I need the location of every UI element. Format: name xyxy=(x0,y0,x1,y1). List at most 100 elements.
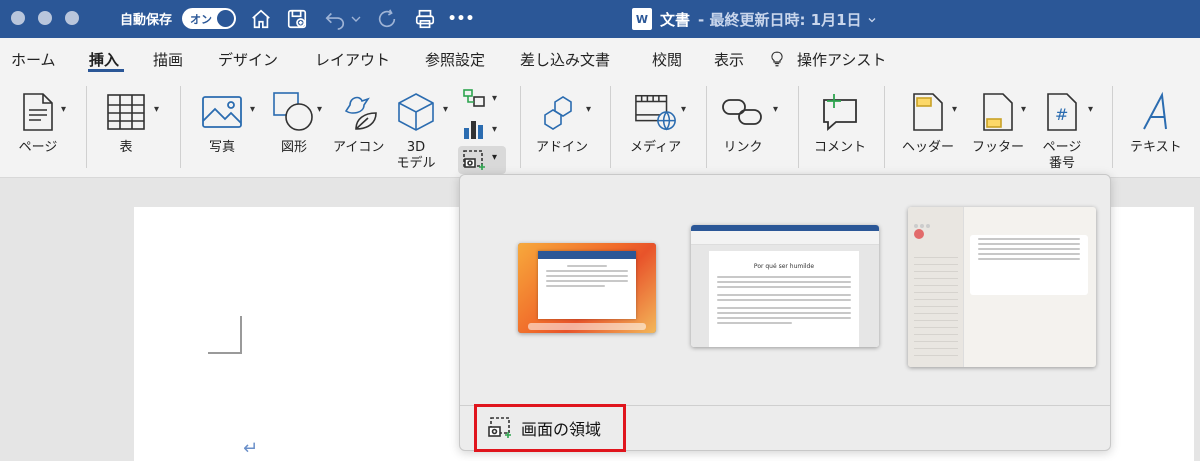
footer-button[interactable]: フッター xyxy=(972,90,1024,156)
text-a-icon xyxy=(1134,90,1178,134)
screen-region-label: 画面の領域 xyxy=(521,420,602,439)
tab-review[interactable]: 校閲 xyxy=(652,49,682,70)
window-thumbnail-desktop[interactable] xyxy=(518,243,656,333)
tab-insert[interactable]: 挿入 xyxy=(89,49,119,70)
media-label: メディア xyxy=(630,140,682,155)
footer-chevron-down-icon[interactable]: ▾ xyxy=(1021,104,1026,115)
table-icon xyxy=(104,90,148,134)
autosave-label: 自動保存 xyxy=(120,13,173,28)
ribbon: ページ ▾ 表 ▾ 写真 ▾ 図形 ▾ アイコン 3D モデル ▾ ▾ ▾ ▾ … xyxy=(0,78,1200,178)
toggle-knob xyxy=(217,10,234,27)
screen-region-option[interactable]: 画面の領域 xyxy=(474,404,626,452)
page-number-icon: # xyxy=(1040,90,1084,134)
zoom-window-button[interactable] xyxy=(65,11,79,25)
undo-dropdown-chevron-icon[interactable] xyxy=(348,6,364,32)
link-chevron-down-icon[interactable]: ▾ xyxy=(773,104,778,115)
tab-design[interactable]: デザイン xyxy=(218,49,278,70)
undo-icon[interactable] xyxy=(322,6,348,32)
chart-chevron-down-icon[interactable]: ▾ xyxy=(492,124,497,135)
more-commands-button[interactable]: ••• xyxy=(448,6,475,32)
screenshot-chevron-down-icon: ▾ xyxy=(492,152,498,163)
picture-icon xyxy=(200,90,244,134)
header-chevron-down-icon[interactable]: ▾ xyxy=(952,104,957,115)
tab-layout[interactable]: レイアウト xyxy=(315,49,390,70)
screen-region-camera-icon xyxy=(488,417,511,438)
comment-add-icon xyxy=(818,90,862,134)
margin-corner-mark xyxy=(208,316,242,354)
ribbon-separator xyxy=(884,86,885,168)
3d-models-button[interactable]: 3D モデル xyxy=(394,90,438,172)
3d-models-chevron-down-icon[interactable]: ▾ xyxy=(443,104,448,115)
smartart-button[interactable] xyxy=(462,88,488,110)
minimize-window-button[interactable] xyxy=(38,11,52,25)
shapes-button[interactable]: 図形 xyxy=(272,90,316,156)
table-button[interactable]: 表 xyxy=(104,90,148,156)
hexagon-addins-icon xyxy=(540,90,584,134)
autosave-toggle[interactable]: オン xyxy=(182,8,236,29)
autosave-toggle-text: オン xyxy=(190,13,212,26)
footer-icon xyxy=(976,90,1020,134)
print-icon[interactable] xyxy=(412,6,438,32)
chart-icon xyxy=(464,121,483,139)
window-thumbnail-word-document[interactable]: Por qué ser humilde xyxy=(691,225,879,347)
icons-button[interactable]: アイコン xyxy=(333,90,384,156)
ribbon-separator xyxy=(86,86,87,168)
text-button[interactable]: テキスト xyxy=(1130,90,1182,156)
shapes-label: 図形 xyxy=(280,140,307,155)
table-chevron-down-icon[interactable]: ▾ xyxy=(154,104,159,115)
ribbon-separator xyxy=(610,86,611,168)
redo-icon[interactable] xyxy=(374,6,400,32)
header-button[interactable]: ヘッダー xyxy=(902,90,954,156)
media-button[interactable]: メディア xyxy=(630,90,681,156)
cube-icon xyxy=(394,90,438,134)
photo-label: 写真 xyxy=(208,140,235,155)
home-icon[interactable] xyxy=(248,6,274,32)
smartart-icon xyxy=(463,89,485,107)
page-number-chevron-down-icon[interactable]: ▾ xyxy=(1088,104,1093,115)
media-chevron-down-icon[interactable]: ▾ xyxy=(681,104,686,115)
page-label: ページ xyxy=(18,140,58,155)
page-button[interactable]: ページ xyxy=(16,90,60,156)
lightbulb-icon xyxy=(771,51,783,67)
tab-view[interactable]: 表示 xyxy=(714,49,744,70)
tab-mailings[interactable]: 差し込み文書 xyxy=(520,49,610,70)
link-button[interactable]: リンク xyxy=(721,90,765,156)
page-number-label-line2: 番号 xyxy=(1048,156,1075,171)
text-label: テキスト xyxy=(1130,140,1182,155)
ribbon-separator xyxy=(1112,86,1113,168)
header-label: ヘッダー xyxy=(902,140,955,155)
3d-models-label-line1: 3D xyxy=(406,140,426,155)
active-tab-indicator xyxy=(88,69,124,72)
tab-references[interactable]: 参照設定 xyxy=(425,49,485,70)
close-window-button[interactable] xyxy=(11,11,25,25)
footer-label: フッター xyxy=(972,140,1025,155)
page-chevron-down-icon[interactable]: ▾ xyxy=(61,104,66,115)
document-title[interactable]: 文書 - 最終更新日時: 1月1日 xyxy=(660,9,878,30)
smartart-chevron-down-icon[interactable]: ▾ xyxy=(492,93,497,104)
shapes-chevron-down-icon[interactable]: ▾ xyxy=(317,104,322,115)
save-icon[interactable] xyxy=(284,6,310,32)
ribbon-separator xyxy=(520,86,521,168)
page-number-label-line1: ページ xyxy=(1042,140,1082,155)
ribbon-separator xyxy=(706,86,707,168)
photo-button[interactable]: 写真 xyxy=(200,90,244,156)
shapes-icon xyxy=(272,90,316,134)
tab-tell-me[interactable]: 操作アシスト xyxy=(797,49,886,70)
ribbon-tabs: ホーム 挿入 描画 デザイン レイアウト 参照設定 差し込み文書 校閲 表示 操… xyxy=(0,38,1200,78)
tab-home[interactable]: ホーム xyxy=(11,49,56,70)
photo-chevron-down-icon[interactable]: ▾ xyxy=(250,104,255,115)
comment-button[interactable]: コメント xyxy=(814,90,866,156)
ribbon-separator xyxy=(798,86,799,168)
addins-chevron-down-icon[interactable]: ▾ xyxy=(586,104,591,115)
screenshot-button[interactable]: ▾ xyxy=(458,146,506,174)
addins-label: アドイン xyxy=(536,140,589,155)
chart-button[interactable] xyxy=(462,118,488,142)
window-thumbnail-settings[interactable] xyxy=(908,207,1096,367)
tab-draw[interactable]: 描画 xyxy=(153,49,183,70)
document-status: - 最終更新日時: 1月1日 xyxy=(698,11,862,29)
page-number-button[interactable]: # ページ 番号 xyxy=(1040,90,1084,172)
comment-label: コメント xyxy=(814,140,867,155)
3d-models-label-line2: モデル xyxy=(396,156,436,171)
desktop-window-preview xyxy=(538,251,636,319)
addins-button[interactable]: アドイン xyxy=(536,90,588,156)
